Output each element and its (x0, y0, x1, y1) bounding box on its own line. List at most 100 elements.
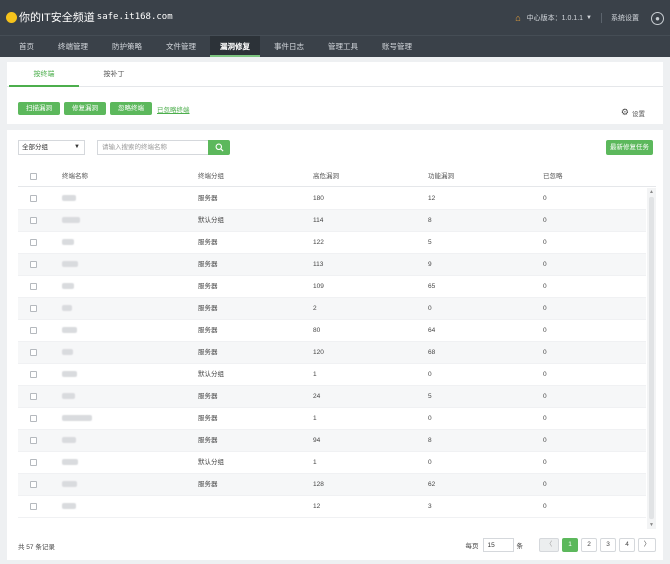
row-checkbox[interactable] (30, 452, 37, 474)
ignored-count: 0 (543, 327, 547, 334)
ignored-count: 0 (543, 371, 547, 378)
functional-count: 5 (428, 239, 432, 246)
total-records: 共 57 条记录 (18, 544, 55, 551)
row-checkbox[interactable] (30, 386, 37, 408)
scroll-up-icon[interactable]: ▲ (647, 188, 656, 196)
nav-terminal-management[interactable]: 终端管理 (48, 36, 98, 57)
top-bar: 你的IT安全频道 safe.it168.com ⌂ 中心版本：1.0.1.1 ▼… (0, 0, 670, 35)
row-checkbox[interactable] (30, 430, 37, 452)
group-select[interactable]: 全部分组 ▼ (18, 140, 85, 155)
page-2-button[interactable]: 2 (581, 538, 597, 552)
scroll-down-icon[interactable]: ▼ (647, 521, 656, 529)
functional-count: 0 (428, 305, 432, 312)
select-all-checkbox[interactable] (30, 167, 37, 187)
ignored-count: 0 (543, 437, 547, 444)
nav-protection-policy[interactable]: 防护策略 (102, 36, 152, 57)
nav-home[interactable]: 首页 (9, 36, 44, 57)
table-footer: 共 57 条记录 每页 条 〈 1 2 3 4 〉 (18, 538, 656, 554)
table-row[interactable]: 服务器 113 9 0 (18, 254, 646, 276)
table-row[interactable]: 12 3 0 (18, 496, 646, 518)
scrollbar-thumb[interactable] (649, 197, 654, 519)
chevron-down-icon: ▼ (74, 144, 80, 150)
header-functional[interactable]: 功能漏洞 (428, 167, 454, 187)
terminal-group: 服务器 (198, 437, 218, 444)
table-header: 终端名称 终端分组 高危漏洞 功能漏洞 已忽略 (18, 167, 656, 187)
chevron-down-icon[interactable]: ▼ (586, 15, 592, 21)
latest-fix-task-button[interactable]: 最新修复任务 (606, 140, 653, 155)
ignored-count: 0 (543, 349, 547, 356)
row-checkbox[interactable] (30, 254, 37, 276)
next-page-button[interactable]: 〉 (638, 538, 656, 552)
brand-logo-icon (6, 11, 17, 23)
nav-event-log[interactable]: 事件日志 (264, 36, 314, 57)
terminal-table: 终端名称 终端分组 高危漏洞 功能漏洞 已忽略 服务器 180 12 0 默认分组 114… (18, 167, 656, 529)
scrollbar[interactable]: ▲ ▼ (647, 188, 656, 529)
terminal-name-redacted (62, 386, 75, 408)
table-row[interactable]: 服务器 120 68 0 (18, 342, 646, 364)
page-size-input[interactable] (482, 538, 514, 552)
table-row[interactable]: 服务器 24 5 0 (18, 386, 646, 408)
table-row[interactable]: 服务器 180 12 0 (18, 188, 646, 210)
home-icon[interactable]: ⌂ (515, 13, 520, 23)
row-checkbox[interactable] (30, 408, 37, 430)
nav-account-management[interactable]: 账号管理 (372, 36, 422, 57)
settings-button[interactable]: ⚙ 设置 (621, 107, 645, 118)
row-checkbox[interactable] (30, 276, 37, 298)
table-row[interactable]: 服务器 94 8 0 (18, 430, 646, 452)
table-row[interactable]: 默认分组 114 8 0 (18, 210, 646, 232)
functional-count: 0 (428, 371, 432, 378)
header-ignored[interactable]: 已忽略 (543, 167, 563, 187)
user-icon[interactable]: ● (651, 11, 664, 25)
table-row[interactable]: 服务器 128 62 0 (18, 474, 646, 496)
row-checkbox[interactable] (30, 364, 37, 386)
table-row[interactable]: 服务器 80 64 0 (18, 320, 646, 342)
row-checkbox[interactable] (30, 342, 37, 364)
nav-file-management[interactable]: 文件管理 (156, 36, 206, 57)
header-terminal-name[interactable]: 终端名称 (62, 167, 88, 187)
ignored-terminals-link[interactable]: 已忽略终端 (157, 104, 190, 114)
page-4-button[interactable]: 4 (619, 538, 635, 552)
settings-label: 设置 (632, 110, 645, 118)
ignored-count: 0 (543, 459, 547, 466)
page-3-button[interactable]: 3 (600, 538, 616, 552)
search-box (97, 140, 231, 155)
row-checkbox[interactable] (30, 320, 37, 342)
high-risk-count: 113 (313, 261, 324, 268)
row-checkbox[interactable] (30, 474, 37, 496)
nav-management-tools[interactable]: 管理工具 (318, 36, 368, 57)
table-row[interactable]: 服务器 109 65 0 (18, 276, 646, 298)
table-row[interactable]: 服务器 122 5 0 (18, 232, 646, 254)
table-row[interactable]: 服务器 2 0 0 (18, 298, 646, 320)
table-row[interactable]: 默认分组 1 0 0 (18, 452, 646, 474)
terminal-group: 服务器 (198, 327, 218, 334)
fix-vulnerabilities-button[interactable]: 修复漏洞 (64, 102, 106, 115)
terminal-group: 服务器 (198, 283, 218, 290)
row-checkbox[interactable] (30, 232, 37, 254)
header-terminal-group[interactable]: 终端分组 (198, 167, 224, 187)
tab-by-patch[interactable]: 按补丁 (79, 62, 149, 87)
tab-by-terminal[interactable]: 按终端 (9, 62, 79, 87)
row-checkbox[interactable] (30, 496, 37, 518)
page-size-label: 每页 (465, 543, 479, 550)
terminal-group: 默认分组 (198, 371, 224, 378)
system-settings-link[interactable]: 系统设置 (611, 13, 639, 23)
prev-page-button[interactable]: 〈 (539, 538, 559, 552)
high-risk-count: 120 (313, 349, 324, 356)
header-high-risk[interactable]: 高危漏洞 (313, 167, 339, 187)
row-checkbox[interactable] (30, 298, 37, 320)
sub-tabs: 按终端 按补丁 (7, 62, 663, 87)
search-input[interactable] (97, 140, 209, 155)
search-button[interactable] (208, 140, 230, 155)
table-row[interactable]: 默认分组 1 0 0 (18, 364, 646, 386)
ignored-count: 0 (543, 481, 547, 488)
row-checkbox[interactable] (30, 188, 37, 210)
row-checkbox[interactable] (30, 210, 37, 232)
scan-vulnerabilities-button[interactable]: 扫描漏洞 (18, 102, 60, 115)
functional-count: 3 (428, 503, 432, 510)
page-1-button[interactable]: 1 (562, 538, 578, 552)
ignore-terminal-button[interactable]: 忽略终端 (110, 102, 152, 115)
nav-vulnerability-fix[interactable]: 漏洞修复 (210, 36, 260, 57)
center-version[interactable]: 中心版本：1.0.1.1 (527, 13, 583, 23)
terminal-name-redacted (62, 496, 76, 518)
table-row[interactable]: 服务器 1 0 0 (18, 408, 646, 430)
